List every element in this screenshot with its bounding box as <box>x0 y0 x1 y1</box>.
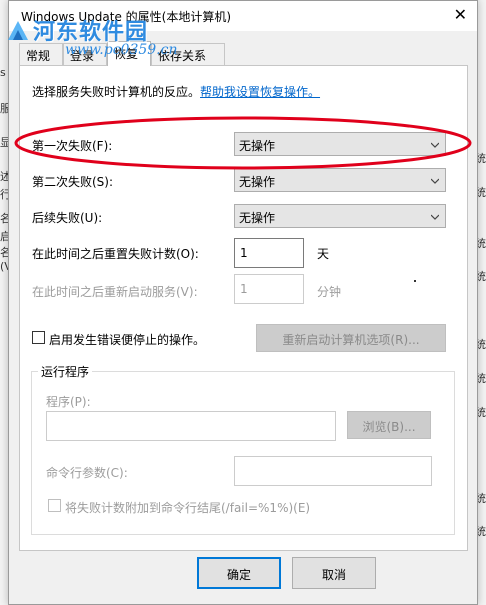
chevron-down-icon <box>431 142 439 148</box>
tab-recovery[interactable]: 恢复 <box>107 41 151 66</box>
second-failure-select[interactable]: 无操作 <box>234 168 446 192</box>
intro-text: 选择服务失败时计算机的反应。帮助我设置恢复操作。 <box>32 83 320 100</box>
recovery-panel: 选择服务失败时计算机的反应。帮助我设置恢复操作。 第一次失败(F): 无操作 第… <box>19 65 468 551</box>
chevron-down-icon <box>431 214 439 220</box>
properties-dialog: Windows Update 的属性(本地计算机) ✕ 常规 登录 恢复 依存关… <box>8 0 478 605</box>
help-link[interactable]: 帮助我设置恢复操作。 <box>200 85 320 99</box>
params-input[interactable] <box>234 456 432 486</box>
subsequent-failures-label: 后续失败(U): <box>32 211 103 225</box>
params-label: 命令行参数(C): <box>46 466 128 480</box>
program-label: 程序(P): <box>46 395 91 409</box>
tab-general[interactable]: 常规 <box>19 43 63 65</box>
first-failure-value: 无操作 <box>239 139 276 153</box>
browse-button[interactable]: 浏览(B)... <box>347 411 431 439</box>
program-input[interactable] <box>46 411 336 441</box>
enable-actions-label: 启用发生错误便停止的操作。 <box>49 333 206 347</box>
intro-label: 选择服务失败时计算机的反应。 <box>32 85 201 99</box>
reset-count-input[interactable]: 1 <box>234 238 304 268</box>
ok-button[interactable]: 确定 <box>197 557 281 589</box>
first-failure-select[interactable]: 无操作 <box>234 132 446 156</box>
enable-actions-checkbox[interactable] <box>32 331 45 344</box>
chevron-down-icon <box>431 178 439 184</box>
restart-service-label: 在此时间之后重新启动服务(V): <box>32 285 198 299</box>
close-icon[interactable]: ✕ <box>454 5 467 24</box>
restart-service-input[interactable]: 1 <box>234 274 304 304</box>
window-title: Windows Update 的属性(本地计算机) <box>21 10 232 24</box>
second-failure-label: 第二次失败(S): <box>32 175 114 189</box>
subsequent-failures-value: 无操作 <box>239 211 276 225</box>
run-program-title: 运行程序 <box>38 363 93 380</box>
title-bar[interactable]: Windows Update 的属性(本地计算机) ✕ <box>9 1 477 31</box>
first-failure-label: 第一次失败(F): <box>32 139 113 153</box>
append-fail-count-checkbox[interactable] <box>48 499 61 512</box>
second-failure-value: 无操作 <box>239 175 276 189</box>
restart-service-unit: 分钟 <box>317 285 342 299</box>
reset-count-unit: 天 <box>317 247 330 261</box>
stray-dot <box>414 280 416 282</box>
restart-computer-options-button[interactable]: 重新启动计算机选项(R)... <box>256 324 446 352</box>
tab-dependencies[interactable]: 依存关系 <box>151 43 225 65</box>
background-fragment: s <box>0 66 6 79</box>
tab-logon[interactable]: 登录 <box>63 43 107 65</box>
subsequent-failures-select[interactable]: 无操作 <box>234 204 446 228</box>
cancel-button[interactable]: 取消 <box>292 557 376 589</box>
reset-count-label: 在此时间之后重置失败计数(O): <box>32 247 199 261</box>
append-fail-count-label: 将失败计数附加到命令行结尾(/fail=%1%)(E) <box>65 501 311 515</box>
